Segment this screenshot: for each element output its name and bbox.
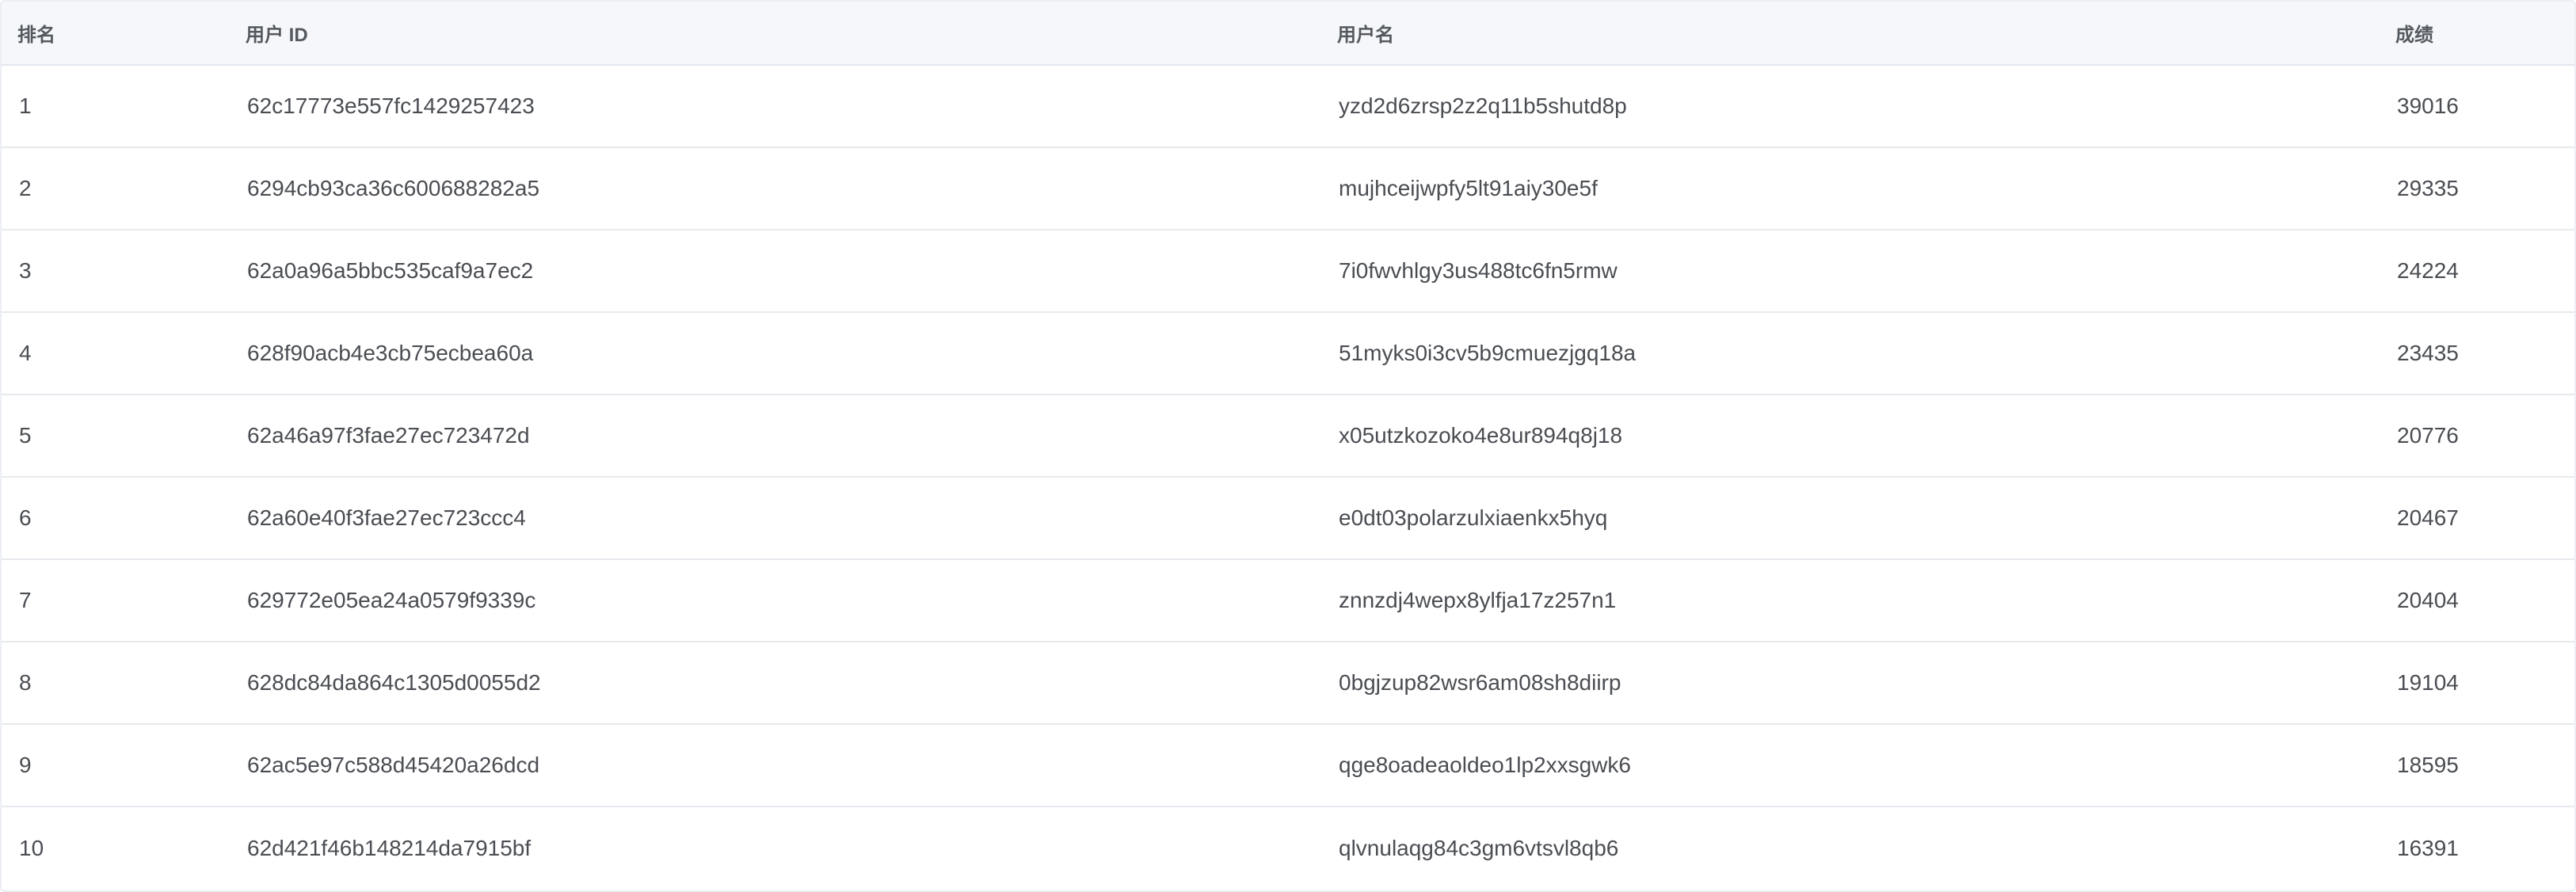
table-header: 排名 用户 ID 用户名 成绩 (2, 2, 2574, 65)
cell-score: 23435 (2397, 341, 2459, 365)
column-header-rank: 排名 (17, 25, 55, 46)
cell-score: 19104 (2397, 670, 2459, 695)
cell-username: 51myks0i3cv5b9cmuezjgq18a (1339, 341, 1637, 365)
cell-rank: 7 (19, 588, 32, 612)
cell-score: 20776 (2397, 423, 2459, 448)
cell-user-id: 62a60e40f3fae27ec723ccc4 (247, 505, 526, 530)
cell-score: 20467 (2397, 505, 2459, 530)
cell-username: yzd2d6zrsp2z2q11b5shutd8p (1339, 93, 1627, 118)
cell-username: e0dt03polarzulxiaenkx5hyq (1339, 505, 1608, 530)
cell-rank: 10 (19, 835, 44, 860)
table-row: 4 628f90acb4e3cb75ecbea60a 51myks0i3cv5b… (2, 312, 2574, 395)
cell-rank: 1 (19, 93, 32, 118)
cell-user-id: 62ac5e97c588d45420a26dcd (247, 753, 540, 777)
table-row: 1 62c17773e557fc1429257423 yzd2d6zrsp2z2… (2, 65, 2574, 147)
table-row: 7 629772e05ea24a0579f9339c znnzdj4wepx8y… (2, 559, 2574, 642)
cell-username: x05utzkozoko4e8ur894q8j18 (1339, 423, 1623, 448)
cell-user-id: 62d421f46b148214da7915bf (247, 835, 532, 860)
cell-user-id: 629772e05ea24a0579f9339c (247, 588, 536, 612)
cell-username: qlvnulaqg84c3gm6vtsvl8qb6 (1339, 835, 1619, 860)
cell-user-id: 628f90acb4e3cb75ecbea60a (247, 341, 534, 365)
cell-user-id: 62a46a97f3fae27ec723472d (247, 423, 530, 448)
table-row: 8 628dc84da864c1305d0055d2 0bgjzup82wsr6… (2, 642, 2574, 724)
leaderboard-table-container: 排名 用户 ID 用户名 成绩 1 62c17773e557fc14292574… (0, 0, 2576, 892)
cell-username: znnzdj4wepx8ylfja17z257n1 (1339, 588, 1617, 612)
cell-score: 29335 (2397, 176, 2459, 200)
cell-rank: 4 (19, 341, 32, 365)
cell-score: 24224 (2397, 258, 2459, 283)
cell-score: 18595 (2397, 753, 2459, 777)
table-row: 5 62a46a97f3fae27ec723472d x05utzkozoko4… (2, 395, 2574, 477)
table-row: 3 62a0a96a5bbc535caf9a7ec2 7i0fwvhlgy3us… (2, 230, 2574, 312)
cell-rank: 5 (19, 423, 32, 448)
leaderboard-table: 排名 用户 ID 用户名 成绩 1 62c17773e557fc14292574… (2, 2, 2574, 889)
cell-rank: 3 (19, 258, 32, 283)
header-row: 排名 用户 ID 用户名 成绩 (2, 2, 2574, 65)
cell-user-id: 62a0a96a5bbc535caf9a7ec2 (247, 258, 534, 283)
cell-score: 16391 (2397, 835, 2459, 860)
column-header-user-id: 用户 ID (246, 25, 308, 46)
table-row: 2 6294cb93ca36c600688282a5 mujhceijwpfy5… (2, 147, 2574, 230)
cell-rank: 2 (19, 176, 32, 200)
column-header-username: 用户名 (1337, 25, 1394, 46)
column-header-score: 成绩 (2395, 25, 2433, 46)
cell-username: 7i0fwvhlgy3us488tc6fn5rmw (1339, 258, 1618, 283)
cell-user-id: 62c17773e557fc1429257423 (247, 93, 535, 118)
cell-username: 0bgjzup82wsr6am08sh8diirp (1339, 670, 1621, 695)
cell-rank: 6 (19, 505, 32, 530)
cell-rank: 9 (19, 753, 32, 777)
cell-rank: 8 (19, 670, 32, 695)
cell-score: 39016 (2397, 93, 2459, 118)
cell-username: mujhceijwpfy5lt91aiy30e5f (1339, 176, 1598, 200)
table-row: 9 62ac5e97c588d45420a26dcd qge8oadeaolde… (2, 724, 2574, 806)
cell-user-id: 628dc84da864c1305d0055d2 (247, 670, 541, 695)
cell-score: 20404 (2397, 588, 2459, 612)
table-row: 6 62a60e40f3fae27ec723ccc4 e0dt03polarzu… (2, 477, 2574, 559)
table-row: 10 62d421f46b148214da7915bf qlvnulaqg84c… (2, 806, 2574, 889)
table-body: 1 62c17773e557fc1429257423 yzd2d6zrsp2z2… (2, 65, 2574, 889)
cell-user-id: 6294cb93ca36c600688282a5 (247, 176, 540, 200)
cell-username: qge8oadeaoldeo1lp2xxsgwk6 (1339, 753, 1631, 777)
